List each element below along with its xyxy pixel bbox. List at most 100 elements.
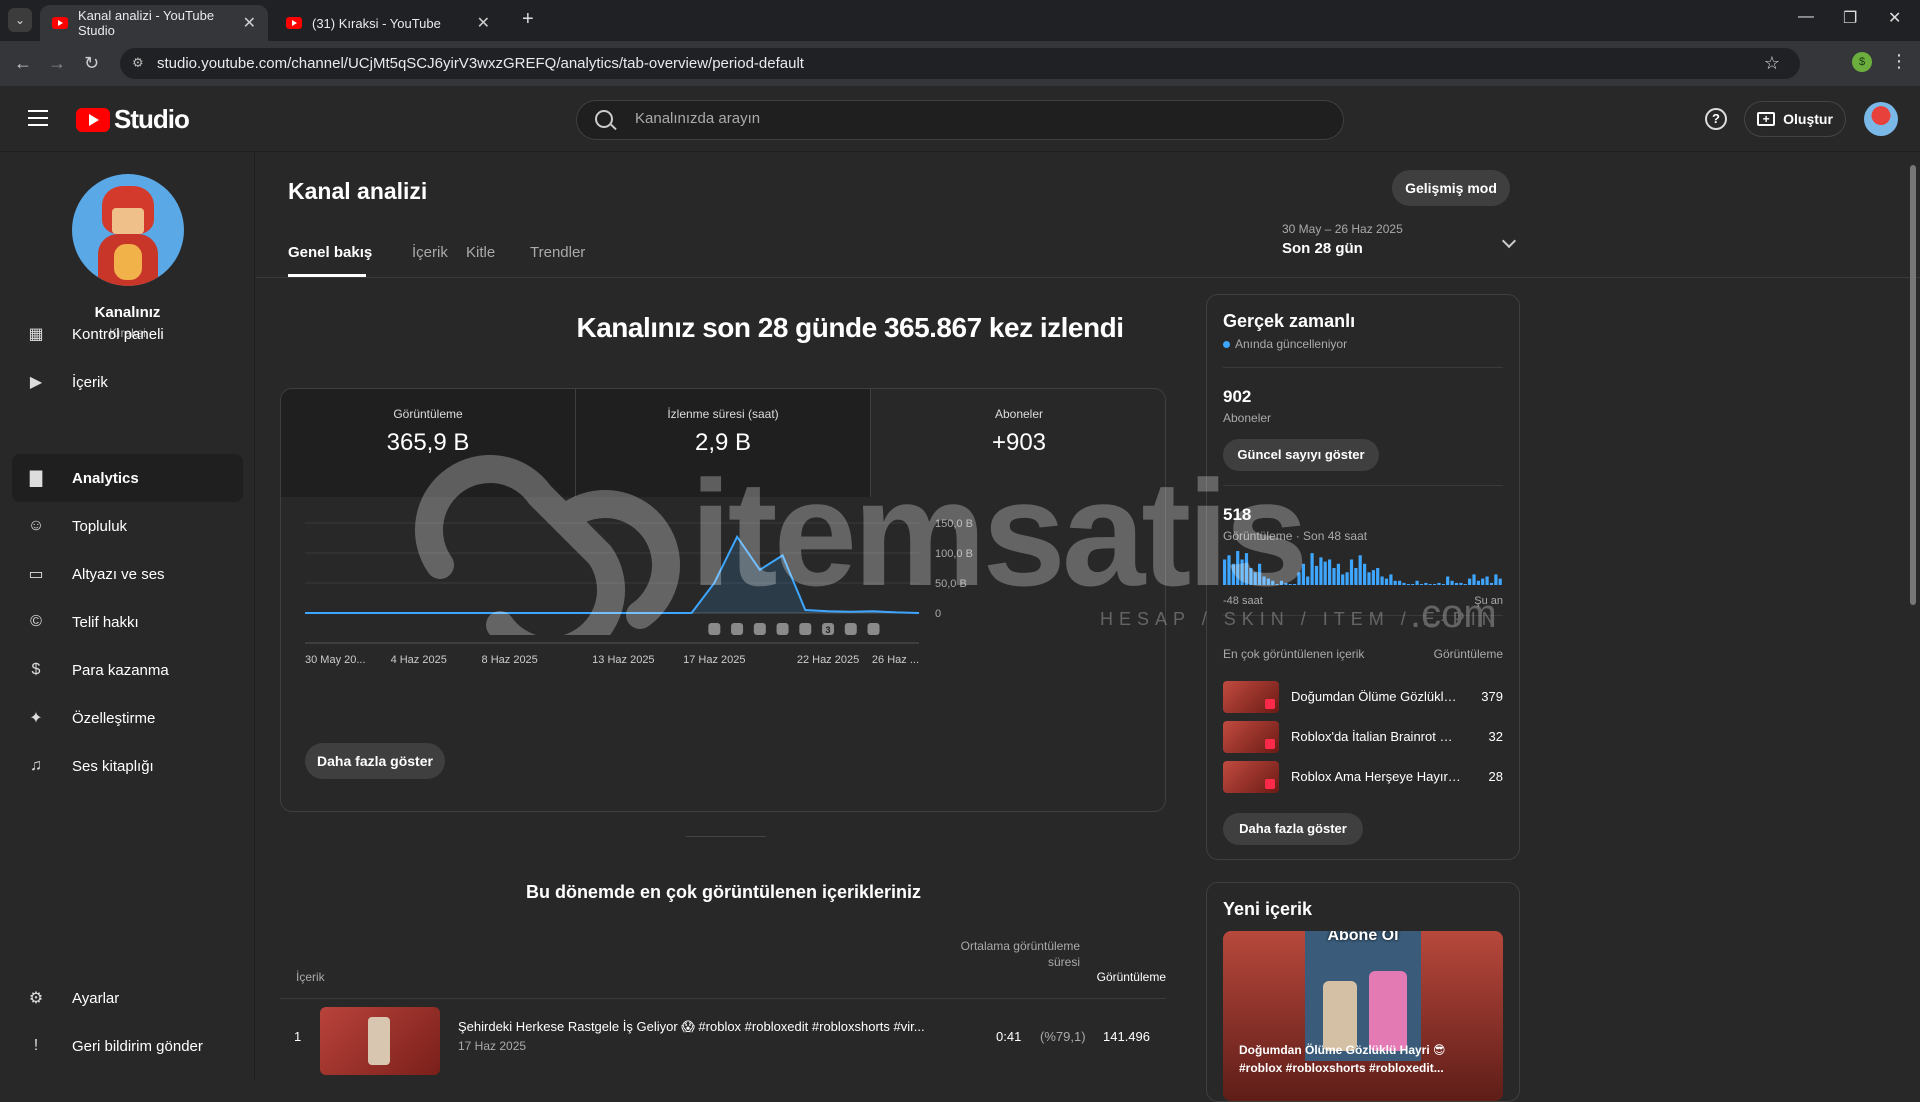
realtime-bar	[1249, 568, 1253, 585]
realtime-bar	[1349, 559, 1354, 585]
sidebar-item-copyright[interactable]: © Telif hakkı	[12, 598, 243, 646]
sidebar-item-feedback[interactable]: ! Geri bildirim gönder	[12, 1022, 243, 1070]
row-title[interactable]: Şehirdeki Herkese Rastgele İş Geliyor 😱 …	[458, 1019, 928, 1035]
community-icon: ☺	[27, 517, 45, 534]
search-input[interactable]	[633, 109, 1233, 128]
help-icon[interactable]: ?	[1705, 108, 1727, 130]
realtime-bar	[1279, 580, 1284, 585]
sidebar-item-content[interactable]: ▶ İçerik	[12, 358, 243, 406]
sidebar-item-community[interactable]: ☺ Topluluk	[12, 502, 243, 550]
tab-overview[interactable]: Genel bakış	[288, 244, 372, 261]
upload-marker	[776, 623, 789, 635]
series-line	[305, 534, 920, 614]
period-selector[interactable]: 30 May – 26 Haz 2025 Son 28 gün	[1282, 222, 1522, 257]
url-text[interactable]: studio.youtube.com/channel/UCjMt5qSCJ6yi…	[157, 55, 804, 72]
channel-avatar[interactable]	[72, 174, 184, 286]
realtime-bar	[1485, 576, 1489, 585]
browser-tab[interactable]: (31) Kıraksi - YouTube ✕	[274, 5, 502, 41]
metric-subscribers[interactable]: Aboneler +903	[871, 389, 1165, 497]
realtime-bar	[1227, 555, 1231, 585]
realtime-bar	[1463, 584, 1467, 585]
reload-icon[interactable]: ↻	[84, 53, 99, 74]
realtime-bar	[1389, 574, 1393, 585]
channel-search-box[interactable]	[576, 100, 1344, 140]
show-live-count-button[interactable]: Güncel sayıyı göster	[1223, 439, 1379, 471]
column-header-avg-duration[interactable]: Ortalama görüntüleme süresi	[960, 938, 1080, 970]
avatar-face	[112, 208, 144, 234]
realtime-views-value: 518	[1223, 505, 1252, 524]
realtime-bar	[1271, 580, 1275, 585]
tab-content[interactable]: İçerik	[412, 244, 448, 261]
metric-views[interactable]: Görüntüleme 365,9 B	[281, 389, 576, 497]
youtube-favicon-icon	[52, 17, 68, 29]
video-thumbnail	[1223, 681, 1279, 713]
sidebar-item-subtitles[interactable]: ▭ Altyazı ve ses	[12, 550, 243, 598]
browser-address-bar: ← → ↻ ⚙ studio.youtube.com/channel/UCjMt…	[0, 41, 1920, 86]
back-arrow-icon[interactable]: ←	[14, 53, 32, 74]
sidebar-item-label: Ayarlar	[72, 989, 120, 1007]
sidebar-item-audio-library[interactable]: ♫ Ses kitaplığı	[12, 742, 243, 790]
item-views: 28	[1488, 769, 1503, 784]
browser-tab-active[interactable]: Kanal analizi - YouTube Studio ✕	[40, 5, 268, 41]
tab-search-menu-button[interactable]: ⌄	[8, 8, 32, 32]
period-range: 30 May – 26 Haz 2025	[1282, 222, 1403, 236]
realtime-show-more-button[interactable]: Daha fazla göster	[1223, 813, 1363, 845]
realtime-bar	[1284, 582, 1288, 585]
realtime-bar	[1332, 568, 1336, 585]
realtime-bar	[1428, 584, 1432, 585]
table-row[interactable]: 1 Şehirdeki Herkese Rastgele İş Geliyor …	[280, 998, 1166, 1082]
page-scrollbar[interactable]	[1910, 165, 1916, 605]
realtime-list-item[interactable]: Doğumdan Ölüme Gözlüklü... 379	[1223, 681, 1503, 713]
divider	[1223, 615, 1503, 616]
upload-marker	[753, 623, 766, 635]
hamburger-menu-icon[interactable]	[28, 110, 48, 126]
advanced-mode-button[interactable]: Gelişmiş mod	[1392, 170, 1510, 206]
video-thumbnail[interactable]	[320, 1007, 440, 1075]
column-header-views[interactable]: Görüntüleme	[1076, 970, 1166, 984]
new-video-thumbnail[interactable]: Abone Ol Doğumdan Ölüme Gözlüklü Hayri 😎…	[1223, 931, 1503, 1101]
new-video-title: Doğumdan Ölüme Gözlüklü Hayri 😎 #roblox …	[1239, 1043, 1446, 1075]
account-avatar[interactable]	[1864, 102, 1898, 136]
video-thumbnail	[1223, 761, 1279, 793]
section-divider	[686, 836, 766, 837]
new-tab-button[interactable]: +	[522, 8, 534, 31]
metric-watch-time[interactable]: İzlenme süresi (saat) 2,9 B	[576, 389, 871, 497]
minimize-icon[interactable]: —	[1798, 8, 1814, 26]
studio-logo[interactable]: Studio	[76, 104, 190, 135]
forward-arrow-icon[interactable]: →	[48, 53, 66, 74]
sidebar-item-analytics[interactable]: ▇ Analytics	[12, 454, 243, 502]
sidebar-item-customization[interactable]: ✦ Özelleştirme	[12, 694, 243, 742]
realtime-bar	[1266, 578, 1270, 585]
realtime-bar	[1297, 572, 1301, 585]
window-close-icon[interactable]: ✕	[1888, 8, 1901, 28]
omnibox[interactable]: ⚙ studio.youtube.com/channel/UCjMt5qSCJ6…	[120, 48, 1800, 79]
realtime-status: Anında güncelleniyor	[1223, 337, 1347, 351]
realtime-bar	[1244, 553, 1249, 585]
sidebar-item-label: Ses kitaplığı	[72, 757, 154, 775]
sidebar-item-monetization[interactable]: $ Para kazanma	[12, 646, 243, 694]
extension-icon[interactable]: $	[1852, 52, 1872, 72]
realtime-bar-chart[interactable]	[1223, 549, 1503, 585]
create-button[interactable]: + Oluştur	[1744, 101, 1846, 137]
close-tab-icon[interactable]: ✕	[477, 13, 490, 33]
avatar-dragon-belly	[114, 244, 142, 280]
realtime-list-item[interactable]: Roblox'da İtalian Brainrot Ka... 32	[1223, 721, 1503, 753]
tab-audience[interactable]: Kitle	[466, 244, 495, 261]
browser-menu-icon[interactable]: ⋮	[1890, 51, 1908, 72]
bookmark-star-icon[interactable]: ☆	[1764, 53, 1780, 74]
realtime-bar	[1459, 582, 1463, 585]
sidebar-item-dashboard[interactable]: ▦ Kontrol paneli	[12, 310, 243, 358]
show-more-button[interactable]: Daha fazla göster	[305, 743, 445, 779]
site-info-icon[interactable]: ⚙	[132, 55, 148, 71]
close-tab-icon[interactable]: ✕	[243, 13, 256, 33]
sidebar-item-settings[interactable]: ⚙ Ayarlar	[12, 974, 243, 1022]
subtitles-icon: ▭	[28, 566, 44, 583]
tab-trends[interactable]: Trendler	[530, 244, 585, 261]
browser-tab-bar: ⌄ Kanal analizi - YouTube Studio ✕ (31) …	[0, 0, 1920, 41]
realtime-list-item[interactable]: Roblox Ama Herşeye Hayır ... 28	[1223, 761, 1503, 793]
item-views: 32	[1488, 729, 1503, 744]
realtime-status-text: Anında güncelleniyor	[1235, 337, 1348, 351]
realtime-axis-right: Şu an	[1474, 595, 1503, 607]
restore-icon[interactable]: ❐	[1843, 8, 1857, 28]
views-line-chart[interactable]: 150,0 B 100,0 B 50,0 B 0 3 30 May 20... 4 Haz …	[281, 497, 1166, 687]
